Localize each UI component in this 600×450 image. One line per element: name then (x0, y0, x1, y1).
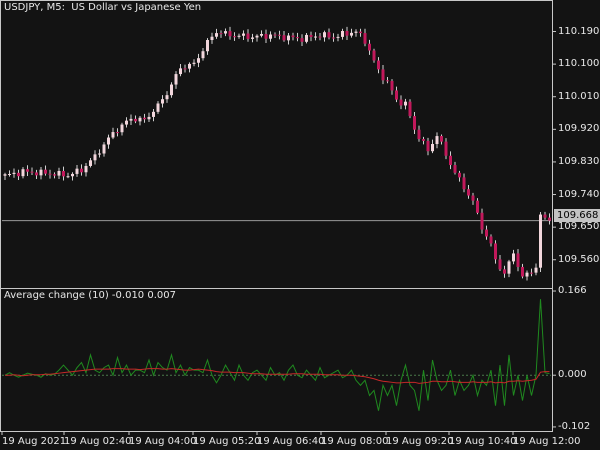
chart-window[interactable]: USDJPY, M5: US Dollar vs Japanese Yen Av… (0, 0, 600, 450)
price-tick-label: 109.740 (558, 188, 600, 200)
time-tick-label: 19 Aug 2021 (2, 436, 67, 447)
price-pane[interactable] (0, 0, 553, 289)
time-tick-label: 19 Aug 04:00 (129, 436, 197, 447)
time-tick-label: 19 Aug 09:20 (386, 436, 454, 447)
indicator-pane[interactable] (0, 288, 553, 432)
time-tick-label: 19 Aug 06:40 (257, 436, 325, 447)
price-tick-label: 109.560 (558, 253, 600, 265)
time-tick-label: 19 Aug 12:00 (513, 436, 581, 447)
price-tick-label: 109.650 (558, 221, 600, 233)
time-tick-label: 19 Aug 10:40 (449, 436, 517, 447)
price-tick-label: 109.830 (558, 155, 600, 167)
indicator-tick-label: 0.166 (558, 285, 587, 297)
price-tick-label: 110.100 (558, 58, 600, 70)
symbol-title: USDJPY, M5: US Dollar vs Japanese Yen (4, 2, 202, 13)
time-tick-label: 19 Aug 02:40 (64, 436, 132, 447)
price-tick-label: 109.920 (558, 123, 600, 135)
indicator-title: Average change (10) -0.010 0.007 (4, 290, 176, 301)
time-tick-label: 19 Aug 08:00 (321, 436, 389, 447)
price-tick-label: 110.010 (558, 90, 600, 102)
indicator-tick-label: -0.102 (558, 420, 591, 432)
current-price-label: 109.668 (554, 209, 600, 222)
indicator-tick-label: 0.000 (558, 369, 587, 381)
price-tick-label: 110.190 (558, 25, 600, 37)
time-tick-label: 19 Aug 05:20 (193, 436, 261, 447)
